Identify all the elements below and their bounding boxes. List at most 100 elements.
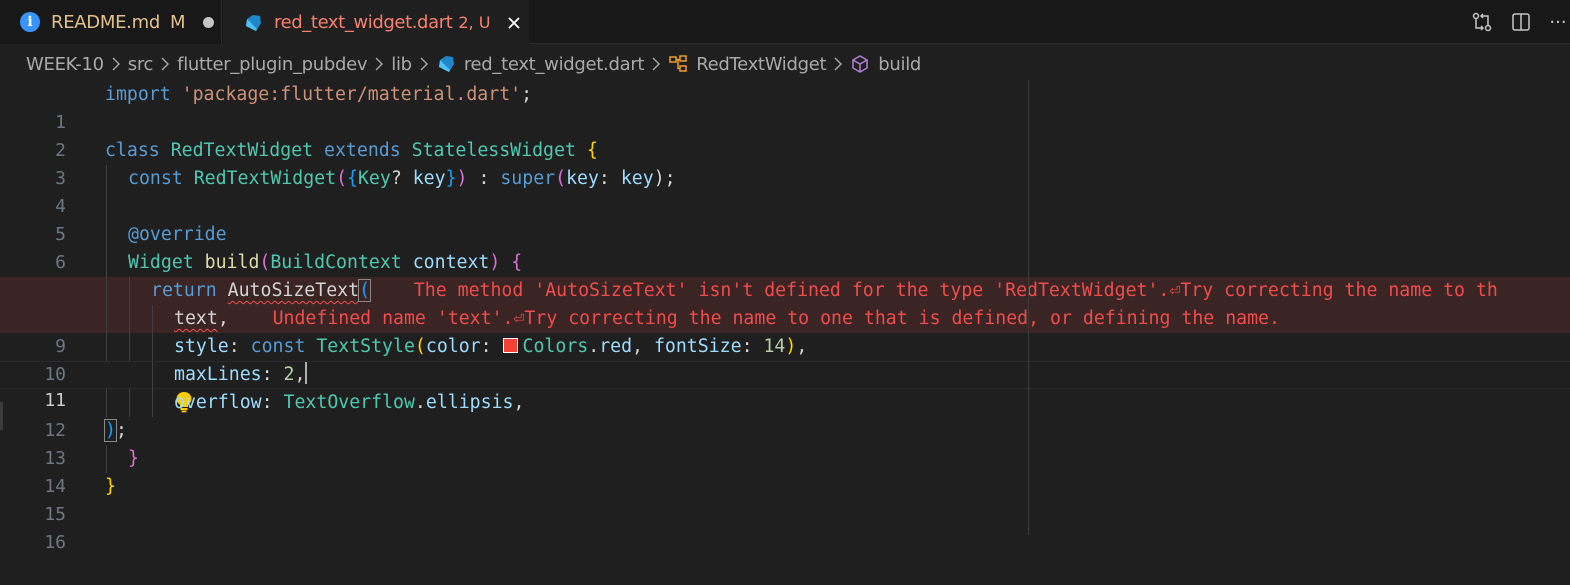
bracket: ) <box>489 252 501 273</box>
problem-badge: 2, U <box>458 13 491 32</box>
keyword: super <box>500 168 556 189</box>
number-literal: 2 <box>283 364 295 385</box>
type-name: Key <box>357 168 391 189</box>
bracket: ) <box>104 419 117 442</box>
undefined-method[interactable]: AutoSizeText <box>228 280 359 301</box>
punctuation: : <box>228 336 251 357</box>
tab-label: red_text_widget.dart <box>274 12 453 33</box>
indent-guide <box>129 333 130 361</box>
code-line: 2 <box>0 109 1570 161</box>
chevron-right-icon <box>160 57 170 71</box>
punctuation: , <box>217 308 229 329</box>
type-name: TextStyle <box>316 336 415 357</box>
code-line-error: 9 text, Undefined name 'text'.⏎Try corre… <box>0 305 1570 357</box>
lightbulb-icon[interactable] <box>108 365 192 413</box>
indent-guide <box>129 305 130 333</box>
bracket: ) <box>456 168 468 189</box>
class-name: Colors <box>522 336 589 357</box>
bracket: ( <box>414 336 426 357</box>
color-swatch-icon[interactable] <box>502 338 518 353</box>
punctuation: , <box>632 336 643 357</box>
property: red <box>599 336 633 357</box>
keyword: const <box>128 168 183 189</box>
named-arg: maxLines <box>174 364 262 385</box>
punctuation: , <box>513 392 525 413</box>
breadcrumb-file[interactable]: red_text_widget.dart <box>464 54 645 75</box>
string-literal: 'package:flutter/material.dart' <box>181 84 522 105</box>
tab-red-text-widget[interactable]: red_text_widget.dart 2, U <box>223 0 529 45</box>
indent-guide <box>106 277 107 305</box>
chevron-right-icon <box>111 57 121 71</box>
indent-guide <box>152 305 153 333</box>
split-editor-icon[interactable] <box>1509 10 1533 34</box>
punctuation: ? <box>390 168 402 189</box>
code-line: 16 <box>0 501 1570 553</box>
named-arg: style <box>174 336 229 357</box>
breadcrumb-class[interactable]: RedTextWidget <box>696 54 826 75</box>
punctuation: : <box>598 168 621 189</box>
code-line: 3 class RedTextWidget extends StatelessW… <box>0 137 1570 189</box>
bracket: { <box>347 168 358 189</box>
bracket: ) <box>785 336 797 357</box>
punctuation: : <box>261 364 284 385</box>
line-number: 16 <box>44 532 66 553</box>
code-editor[interactable]: 1 import 'package:flutter/material.dart'… <box>0 80 1570 553</box>
inline-error-message: The method 'AutoSizeText' isn't defined … <box>413 280 1498 301</box>
chevron-right-icon <box>833 57 843 71</box>
indent-guide <box>106 165 107 193</box>
parameter: key <box>412 168 446 189</box>
breadcrumb: WEEK-10 src flutter_plugin_pubdev lib re… <box>26 50 921 78</box>
type-name: StatelessWidget <box>411 140 576 161</box>
close-icon[interactable] <box>504 13 524 33</box>
breadcrumb-flutter-plugin-pubdev[interactable]: flutter_plugin_pubdev <box>177 54 367 75</box>
punctuation: , <box>294 364 306 385</box>
undefined-name[interactable]: text <box>174 308 218 329</box>
type-name: Widget <box>128 252 194 273</box>
code-line: 13 ); <box>0 417 1570 469</box>
keyword: class <box>105 140 160 161</box>
indent-guide <box>106 445 107 473</box>
named-arg: color <box>425 336 481 357</box>
code-line: 12 overflow: TextOverflow.ellipsis, <box>0 389 1570 441</box>
unsaved-dot-icon[interactable] <box>203 16 215 28</box>
tab-readme[interactable]: i README.md M <box>0 0 222 44</box>
named-arg: overflow <box>174 392 262 413</box>
code-line: 4 const RedTextWidget({Key? key}) : supe… <box>0 165 1570 217</box>
indent-guide <box>106 249 107 277</box>
inline-error-message: Undefined name 'text'.⏎Try correcting th… <box>272 308 1280 329</box>
code-line: 7 Widget build(BuildContext context) { <box>0 249 1570 301</box>
identifier: key <box>620 168 654 189</box>
punctuation: . <box>414 392 426 413</box>
breadcrumb-method[interactable]: build <box>878 54 921 75</box>
dart-icon <box>436 54 456 74</box>
punctuation: : <box>480 336 503 357</box>
chevron-right-icon <box>374 57 384 71</box>
code-line: 15 } <box>0 473 1570 525</box>
indent-guide <box>106 333 107 361</box>
type-name: TextOverflow <box>283 392 415 413</box>
punctuation: ; <box>521 84 533 105</box>
bracket: ( <box>358 279 372 302</box>
indent-guide <box>152 362 153 390</box>
bracket: } <box>445 168 457 189</box>
class-symbol-icon <box>668 54 688 74</box>
bracket: } <box>128 448 139 469</box>
breadcrumb-week-10[interactable]: WEEK-10 <box>26 54 104 75</box>
info-icon: i <box>20 12 40 32</box>
punctuation: : <box>741 336 764 357</box>
punctuation: . <box>588 336 600 357</box>
code-line-current: 11 maxLines: 2, <box>0 361 1570 413</box>
named-arg: fontSize <box>653 336 742 357</box>
keyword: import <box>105 84 171 105</box>
compare-changes-icon[interactable] <box>1470 10 1494 34</box>
named-arg: key <box>566 168 599 189</box>
annotation: @override <box>128 224 227 245</box>
punctuation: : <box>467 168 501 189</box>
breadcrumb-lib[interactable]: lib <box>391 54 412 75</box>
text-cursor <box>305 362 308 384</box>
class-name: RedTextWidget <box>193 168 337 189</box>
more-actions-icon[interactable]: ··· <box>1546 10 1570 34</box>
tab-label: README.md <box>51 11 160 33</box>
indent-guide <box>106 305 107 333</box>
breadcrumb-src[interactable]: src <box>128 54 154 75</box>
